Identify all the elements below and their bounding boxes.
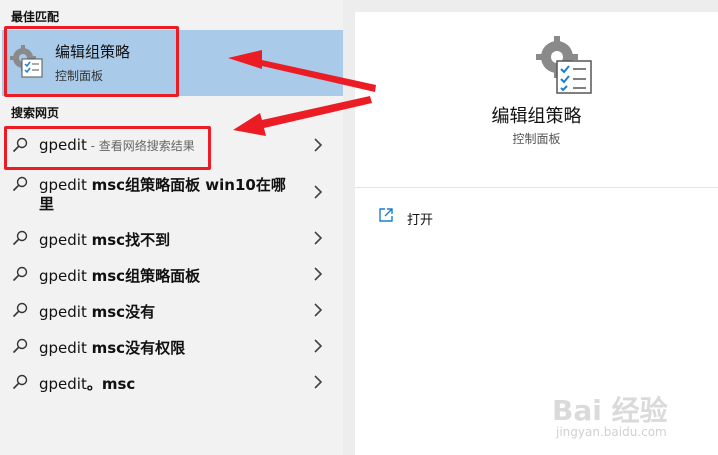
search-icon [12,374,28,390]
chevron-right-icon[interactable] [312,339,324,353]
web-result-row[interactable]: gpedit msc组策略面板 win10在哪 里 [0,166,343,216]
detail-subtitle: 控制面板 [512,132,561,146]
open-external-icon[interactable] [378,207,394,223]
chevron-right-icon[interactable] [312,185,324,199]
result-query: gpedit [39,176,92,194]
result-suggestion: msc没有权限 [91,339,186,357]
watermark-logo: Bai 经验 [552,394,668,427]
chevron-right-icon[interactable] [312,303,324,317]
search-icon [12,338,28,354]
search-icon [12,230,28,246]
group-policy-icon [536,36,592,94]
result-query: gpedit [39,267,92,285]
chevron-right-icon[interactable] [312,138,324,152]
chevron-right-icon[interactable] [312,231,324,245]
detail-title: 编辑组策略 [491,106,582,127]
web-result-row[interactable]: gpedit msc没有 [0,292,343,328]
annotation-box-best-match [4,26,179,97]
result-query: gpedit [39,339,92,357]
web-result-row[interactable]: gpedit msc找不到 [0,220,343,256]
watermark-url: jingyan.baidu.com [556,425,667,439]
web-result-row[interactable]: gpedit msc没有权限 [0,328,343,364]
open-button[interactable]: 打开 [407,209,433,228]
web-search-heading: 搜索网页 [11,106,60,120]
chevron-right-icon[interactable] [312,267,324,281]
result-query: gpedit [39,303,92,321]
web-result-row[interactable]: gpedit。msc [0,364,343,400]
web-result-row[interactable]: gpedit msc组策略面板 [0,256,343,292]
result-suggestion: msc组策略面板 [91,267,201,285]
result-suggestion-line2: 里 [39,195,55,213]
search-icon [12,176,28,192]
divider [355,187,718,188]
chevron-right-icon[interactable] [312,375,324,389]
result-suggestion: msc找不到 [91,231,171,249]
result-query: gpedit [39,375,87,393]
result-query: gpedit [39,231,92,249]
search-icon [12,266,28,282]
result-suggestion: msc组策略面板 win10在哪 [91,176,286,194]
annotation-box-first-result [4,126,211,170]
best-match-heading: 最佳匹配 [11,10,60,24]
result-suggestion: 。msc [86,375,136,393]
result-suggestion: msc没有 [91,303,156,321]
search-icon [12,302,28,318]
